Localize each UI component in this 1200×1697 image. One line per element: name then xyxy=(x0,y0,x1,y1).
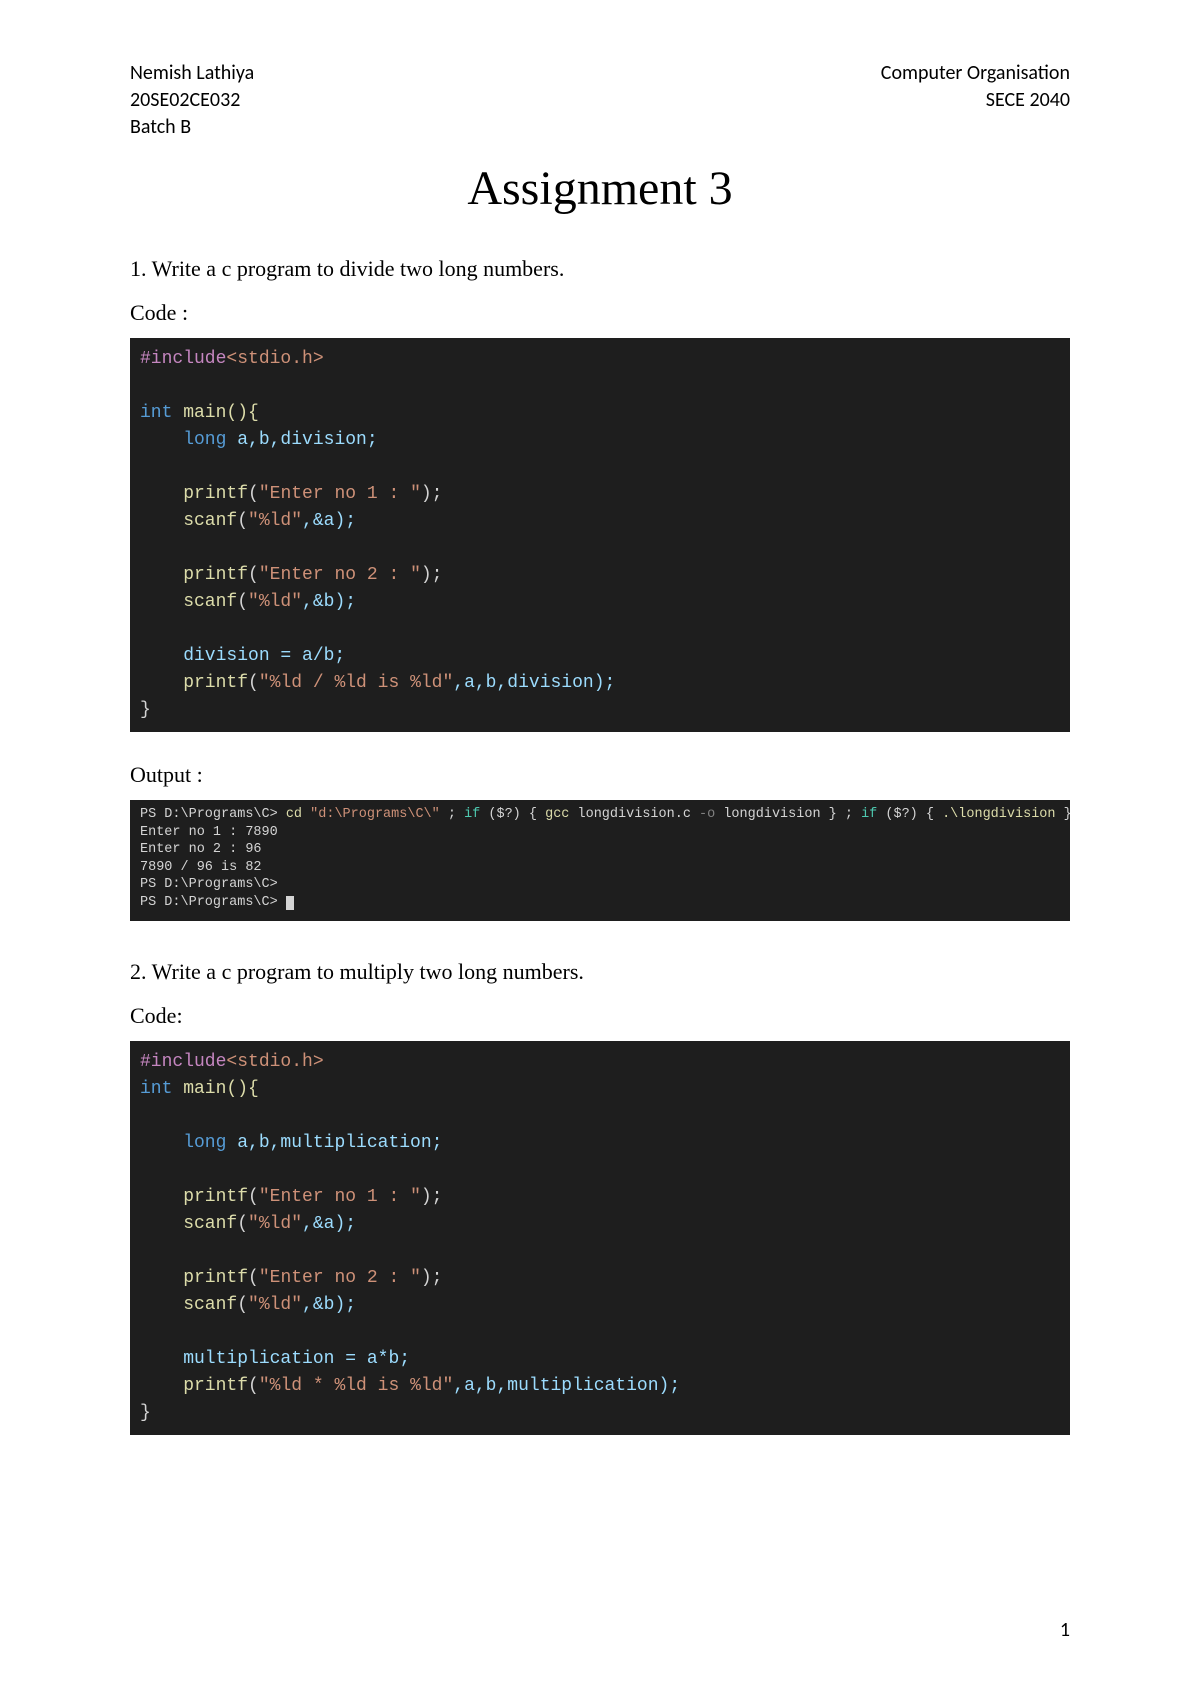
code-token: printf xyxy=(140,484,248,504)
code-token: "Enter no 2 : " xyxy=(259,1268,421,1288)
code-token: #include xyxy=(140,1052,226,1072)
code-token: scanf xyxy=(140,511,237,531)
code-token: printf xyxy=(140,1187,248,1207)
term-line: 7890 / 96 is 82 xyxy=(140,860,262,875)
q1-code-label: Code : xyxy=(130,300,1070,326)
code-token: printf xyxy=(140,1268,248,1288)
cursor-icon xyxy=(286,896,294,910)
code-token: ,&a); xyxy=(302,511,356,531)
code-token: ); xyxy=(421,1268,443,1288)
term-token: ($?) { xyxy=(877,807,942,822)
code-token: } xyxy=(140,700,151,720)
code-token: #include xyxy=(140,349,226,369)
term-line: Enter no 2 : 96 xyxy=(140,842,262,857)
course-code: SECE 2040 xyxy=(881,87,1070,114)
header-left: Nemish Lathiya 20SE02CE032 Batch B xyxy=(130,60,254,141)
term-token: } xyxy=(1056,807,1071,822)
code-token: "%ld" xyxy=(248,511,302,531)
code-token: ( xyxy=(237,1295,248,1315)
term-token: .\longdivision xyxy=(942,807,1055,822)
student-name: Nemish Lathiya xyxy=(130,60,254,87)
code-token: main(){ xyxy=(172,1079,258,1099)
q1-terminal-block: PS D:\Programs\C> cd "d:\Programs\C\" ; … xyxy=(130,800,1070,921)
code-token: } xyxy=(140,1403,151,1423)
term-token: ($?) { xyxy=(480,807,545,822)
code-token: "%ld * %ld is %ld" xyxy=(259,1376,453,1396)
code-token: ( xyxy=(237,1214,248,1234)
code-token: ( xyxy=(248,1268,259,1288)
code-token: multiplication = a*b; xyxy=(140,1349,410,1369)
code-token: a,b,multiplication; xyxy=(226,1133,442,1153)
code-token: ( xyxy=(237,511,248,531)
course-name: Computer Organisation xyxy=(881,60,1070,87)
student-id: 20SE02CE032 xyxy=(130,87,254,114)
page-number: 1 xyxy=(1060,1618,1070,1642)
code-token: int xyxy=(140,1079,172,1099)
code-token: main(){ xyxy=(172,403,258,423)
term-token: "d:\Programs\C\" xyxy=(310,807,440,822)
code-token: ,&b); xyxy=(302,592,356,612)
term-token: gcc xyxy=(545,807,569,822)
term-line: PS D:\Programs\C> xyxy=(140,877,278,892)
term-token: ; xyxy=(440,807,464,822)
code-token: "%ld" xyxy=(248,592,302,612)
q1-output-label: Output : xyxy=(130,762,1070,788)
q2-code-block: #include<stdio.h> int main(){ long a,b,m… xyxy=(130,1041,1070,1435)
q1-code-block: #include<stdio.h> int main(){ long a,b,d… xyxy=(130,338,1070,732)
term-token: cd xyxy=(286,807,310,822)
term-line: PS D:\Programs\C> xyxy=(140,895,286,910)
code-token: ( xyxy=(237,592,248,612)
code-token: ,a,b,multiplication); xyxy=(453,1376,680,1396)
code-token: ( xyxy=(248,673,259,693)
code-token: "Enter no 1 : " xyxy=(259,484,421,504)
code-token: division = a/b; xyxy=(140,646,345,666)
term-token: if xyxy=(464,807,480,822)
student-batch: Batch B xyxy=(130,114,254,141)
q2-code-label: Code: xyxy=(130,1003,1070,1029)
code-token: ( xyxy=(248,1376,259,1396)
code-token: ); xyxy=(421,1187,443,1207)
code-token: ( xyxy=(248,484,259,504)
code-token: scanf xyxy=(140,1295,237,1315)
code-token: ( xyxy=(248,1187,259,1207)
term-line: Enter no 1 : 7890 xyxy=(140,825,278,840)
code-token: ); xyxy=(421,565,443,585)
header-right: Computer Organisation SECE 2040 xyxy=(881,60,1070,141)
code-token: printf xyxy=(140,673,248,693)
code-token: <stdio.h> xyxy=(226,349,323,369)
page-title: Assignment 3 xyxy=(130,161,1070,216)
code-token: printf xyxy=(140,565,248,585)
code-token: ,&a); xyxy=(302,1214,356,1234)
question-2-prompt: 2. Write a c program to multiply two lon… xyxy=(130,959,1070,985)
question-1-prompt: 1. Write a c program to divide two long … xyxy=(130,256,1070,282)
code-token: scanf xyxy=(140,1214,237,1234)
code-token: long xyxy=(140,430,226,450)
code-token: "Enter no 2 : " xyxy=(259,565,421,585)
term-token: -o xyxy=(699,807,715,822)
page-header: Nemish Lathiya 20SE02CE032 Batch B Compu… xyxy=(130,60,1070,141)
term-token: longdivision } ; xyxy=(715,807,861,822)
code-token: "%ld / %ld is %ld" xyxy=(259,673,453,693)
code-token: ); xyxy=(421,484,443,504)
code-token: scanf xyxy=(140,592,237,612)
term-token: PS D:\Programs\C> xyxy=(140,807,286,822)
term-token: longdivision.c xyxy=(569,807,699,822)
code-token: printf xyxy=(140,1376,248,1396)
term-token: if xyxy=(861,807,877,822)
code-token: ,&b); xyxy=(302,1295,356,1315)
code-token: ( xyxy=(248,565,259,585)
code-token: ,a,b,division); xyxy=(453,673,615,693)
code-token: a,b,division; xyxy=(226,430,377,450)
code-token: "%ld" xyxy=(248,1295,302,1315)
code-token: <stdio.h> xyxy=(226,1052,323,1072)
code-token: "%ld" xyxy=(248,1214,302,1234)
code-token: "Enter no 1 : " xyxy=(259,1187,421,1207)
code-token: int xyxy=(140,403,172,423)
code-token: long xyxy=(140,1133,226,1153)
